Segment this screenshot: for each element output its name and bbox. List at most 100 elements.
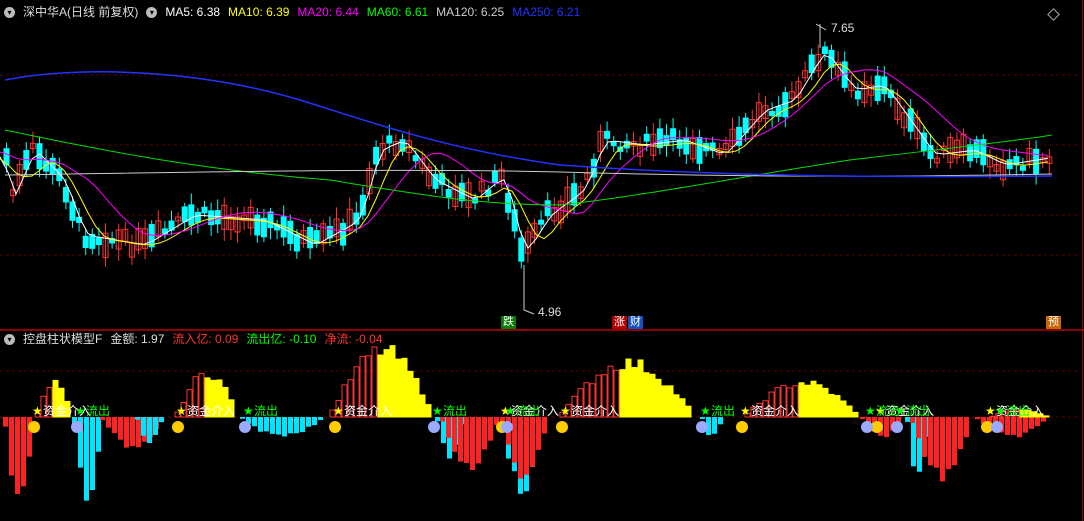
candle (89, 233, 96, 249)
flow-bar (276, 417, 281, 435)
candle (927, 145, 934, 160)
flow-bar (884, 417, 889, 438)
low-marker (523, 265, 535, 315)
amount-label: 金额: 1.97 (110, 332, 165, 346)
flow-bar (631, 367, 638, 418)
settings-icon[interactable]: ▾ (146, 6, 158, 18)
inflow-signal[interactable]: ★ 资金介入 (329, 403, 392, 433)
event-tag-finance[interactable]: 财 (628, 316, 643, 329)
flow-bar (518, 417, 523, 479)
flow-bar (530, 417, 535, 467)
flow-bar (934, 417, 939, 468)
flow-bar (464, 417, 469, 464)
candle (36, 143, 43, 170)
ma20-label: MA20: 6.44 (297, 5, 359, 19)
candle (445, 189, 452, 198)
candle (62, 187, 69, 203)
svg-text:流出: 流出 (711, 404, 735, 418)
inflow-signal[interactable]: ★ 资金介入 (556, 403, 619, 433)
candle (201, 206, 208, 214)
price-chart-pane[interactable]: ▾ 深中华A(日线 前复权) ▾ MA5: 6.38 MA10: 6.39 MA… (0, 0, 1084, 330)
indicator-chart[interactable]: ★ 资金介入 ★ 资金介入 ★ 资金介入 ★ 资金介入 ★ 资金介入 ★ 资金介入 ★ 资金介入 ★ 资金介入… (0, 331, 1084, 521)
candle (643, 133, 650, 142)
price-legend: ▾ 深中华A(日线 前复权) ▾ MA5: 6.38 MA10: 6.39 MA… (4, 4, 580, 20)
flow-bar (1005, 417, 1010, 435)
flow-bar (958, 417, 963, 450)
candle (194, 211, 201, 223)
ma10-line (0, 63, 1049, 246)
svg-text:资金介入: 资金介入 (344, 403, 392, 418)
candle (821, 46, 828, 55)
flow-bar (141, 417, 146, 436)
flow-bar (940, 417, 945, 482)
indicator-pane[interactable]: ★ 资金介入 ★ 资金介入 ★ 资金介入 ★ 资金介入 ★ 资金介入 ★ 资金介入 ★ 资金介入 ★ 资金介入… (0, 331, 1084, 521)
flow-bar (542, 417, 547, 434)
svg-text:资金介入: 资金介入 (751, 403, 799, 418)
ma60-label: MA60: 6.61 (366, 5, 429, 19)
candle (373, 146, 380, 165)
candle (254, 214, 261, 236)
flow-bar (118, 417, 123, 440)
flow-bar (846, 405, 853, 418)
flow-bar (964, 417, 969, 438)
flow-bar (1029, 417, 1034, 429)
flow-bar (401, 357, 408, 418)
candle (293, 233, 300, 252)
candle (980, 139, 987, 166)
candle (188, 204, 195, 226)
flow-bar (446, 417, 451, 438)
candle (696, 136, 703, 164)
svg-text:流出: 流出 (86, 404, 110, 418)
flow-bar (643, 372, 650, 418)
event-tag-forecast[interactable]: 预 (1046, 316, 1061, 329)
svg-text:★: ★ (895, 404, 906, 418)
flow-bar (488, 417, 493, 441)
indicator-legend: ▾ 控盘柱状模型F 金额: 1.97 流入亿: 0.09 流出亿: -0.10 … (4, 331, 382, 347)
flow-bar (482, 417, 487, 450)
candle (1033, 148, 1040, 175)
flow-bar (798, 382, 805, 418)
candle (95, 237, 102, 246)
price-chart[interactable] (0, 0, 1084, 330)
flow-bar (300, 417, 305, 433)
inflow-signal[interactable]: ★ 资金介入 (736, 403, 799, 433)
flow-bar (661, 385, 668, 418)
candle (967, 144, 974, 162)
ma10-label: MA10: 6.39 (228, 5, 290, 19)
flow-bar (3, 417, 8, 427)
inflow-signal[interactable]: ★ 资金介入 (172, 403, 235, 433)
flow-bar (911, 417, 916, 467)
candle (544, 200, 551, 217)
flow-bar (413, 377, 420, 418)
flow-bar (834, 395, 841, 418)
event-tag-rise[interactable]: 涨 (612, 316, 627, 329)
svg-text:流出: 流出 (516, 404, 540, 418)
flow-bar (1043, 415, 1050, 418)
svg-text:流出: 流出 (906, 404, 930, 418)
flow-bar (712, 417, 717, 434)
flow-bar (476, 417, 481, 464)
svg-text:★: ★ (995, 404, 1006, 418)
flow-bar (828, 393, 835, 418)
flow-bar (425, 404, 432, 418)
event-tag-fall[interactable]: 跌 (501, 316, 516, 329)
flow-bar (21, 417, 26, 487)
candle (656, 128, 663, 149)
flow-bar (294, 417, 299, 434)
candle (82, 235, 89, 248)
flow-bar (916, 417, 921, 439)
net-flow-label: 净流: -0.04 (324, 332, 383, 346)
svg-text:资金介入: 资金介入 (187, 403, 235, 418)
flow-bar (135, 417, 140, 420)
flow-bar (975, 417, 980, 420)
collapse-icon[interactable]: ▾ (4, 6, 15, 18)
candle (386, 135, 393, 144)
flow-bar (306, 417, 311, 427)
ma250-line (4, 71, 1053, 178)
flow-bar (419, 394, 426, 418)
collapse-icon[interactable]: ▾ (4, 333, 15, 345)
flow-bar (1035, 417, 1040, 427)
flow-bar (9, 417, 14, 476)
svg-text:流出: 流出 (254, 404, 278, 418)
ma120-line (4, 169, 1053, 177)
